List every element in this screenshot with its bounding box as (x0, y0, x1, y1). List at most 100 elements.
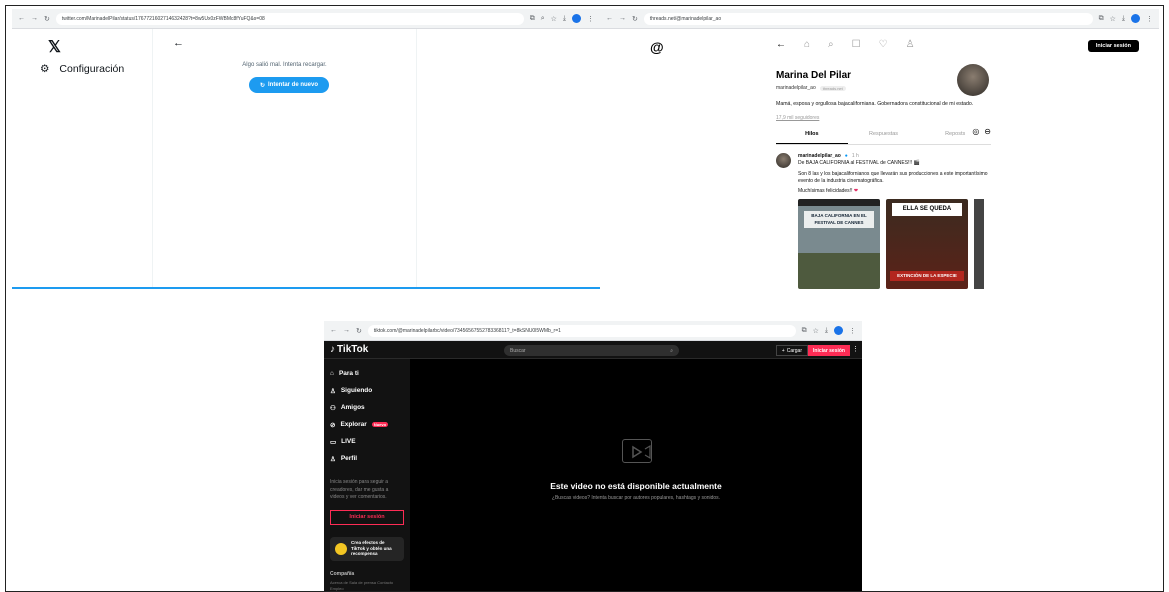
profile-avatar[interactable] (1131, 14, 1140, 23)
sidebar-item-para-ti[interactable]: ⌂ Para ti (330, 365, 404, 382)
address-bar[interactable]: twitter.com/MarinadelPilar/status/176772… (55, 12, 524, 25)
thread-post[interactable]: marinadelpilar_ao ● 1 h De BAJA CALIFORN… (776, 153, 991, 289)
heart-icon[interactable]: ♡ (879, 39, 888, 50)
upload-label: Cargar (786, 347, 802, 354)
tiktok-header: ♪ TikTok Buscar ⌕ + Cargar Iniciar sesió… (324, 341, 862, 359)
post-image-poster[interactable]: ELLA SE QUEDA EXTINCIÓN DE LA ESPECIE (886, 199, 968, 289)
tiktok-note-icon: ♪ (330, 344, 335, 355)
threads-logo-icon[interactable]: @ (650, 39, 664, 55)
login-button[interactable]: Iniciar sesión (808, 345, 850, 356)
post-image-cannes[interactable]: BAJA CALIFORNIA EN EL FESTIVAL DE CANNES (798, 199, 880, 289)
x-sidebar: 𝕏 ⚙ Configuración (12, 29, 152, 289)
post-line-1: De BAJA CALIFORNIA al FESTIVAL de CANNES… (798, 160, 920, 167)
login-button[interactable]: Iniciar sesión (1087, 40, 1139, 52)
forward-icon[interactable]: → (619, 15, 626, 23)
threads-browser-window: ← → ↻ threads.net/@marinadelpilar_ao ⧉ ☆… (600, 9, 1159, 289)
back-arrow-icon[interactable]: ← (776, 39, 786, 50)
explore-icon: ⊘ (330, 421, 336, 429)
tiktok-wordmark: TikTok (337, 344, 369, 355)
loading-bar (12, 287, 600, 289)
sidebar-login-button[interactable]: Iniciar sesión (330, 509, 404, 525)
more-options-icon[interactable]: ⋮ (852, 345, 859, 353)
x-logo[interactable]: 𝕏 (48, 37, 61, 57)
promo-text: Crea efectos de TikTok y obtén una recom… (351, 540, 392, 557)
star-icon[interactable]: ☆ (1110, 15, 1116, 23)
browser-toolbar: ← → ↻ twitter.com/MarinadelPilar/status/… (12, 9, 600, 29)
effects-promo-banner[interactable]: Crea efectos de TikTok y obtén una recom… (330, 536, 404, 561)
translate-icon[interactable]: ⧉ (802, 327, 807, 335)
download-icon[interactable]: ⤓ (1122, 15, 1125, 23)
refresh-icon: ↻ (259, 82, 265, 89)
tiktok-browser-window: ← → ↻ tiktok.com/@marinadelpilarbc/video… (324, 321, 862, 592)
zoom-icon[interactable]: ⌕ (541, 15, 545, 23)
sidebar-item-perfil[interactable]: ♙ Perfil (330, 450, 404, 467)
menu-icon[interactable]: ⋮ (1146, 15, 1153, 23)
search-icon[interactable]: ⌕ (828, 39, 834, 50)
reload-icon[interactable]: ↻ (632, 15, 638, 23)
address-bar[interactable]: threads.net/@marinadelpilar_ao (643, 12, 1093, 25)
reload-icon[interactable]: ↻ (356, 327, 362, 335)
instagram-icon[interactable]: ◎ (972, 127, 979, 136)
translate-icon[interactable]: ⧉ (1099, 15, 1104, 23)
profile-icon: ♙ (330, 455, 336, 463)
search-icon[interactable]: ⌕ (670, 348, 673, 354)
tiktok-app: ♪ TikTok Buscar ⌕ + Cargar Iniciar sesió… (324, 341, 862, 592)
profile-bio: Mamá, esposa y orgullosa bajacalifornian… (776, 101, 974, 107)
back-arrow-icon[interactable]: ← (173, 37, 184, 49)
more-icon[interactable]: ⊖ (984, 127, 991, 136)
profile-avatar[interactable] (572, 14, 581, 23)
followers-link[interactable]: 17,9 mil seguidores (776, 115, 991, 121)
forward-icon[interactable]: → (31, 15, 38, 23)
person-icon[interactable]: ♙ (906, 39, 915, 50)
tiktok-logo[interactable]: ♪ TikTok (330, 344, 368, 355)
footer-heading[interactable]: Compañía (330, 571, 404, 577)
translate-icon[interactable]: ⧉ (530, 15, 535, 23)
settings-label: Configuración (59, 63, 125, 75)
profile-avatar[interactable] (834, 326, 843, 335)
x-main-column: ← Algo salió mal. Intenta recargar. ↻ In… (152, 29, 417, 289)
menu-icon[interactable]: ⋮ (587, 15, 594, 23)
nav-buttons: ← → ↻ (330, 327, 362, 335)
sidebar-item-siguiendo[interactable]: ♙ Siguiendo (330, 382, 404, 399)
tab-hilos[interactable]: Hilos (776, 131, 848, 144)
footer-links[interactable]: Acerca de Sala de prensa Contacto Empleo (330, 580, 404, 592)
compose-icon[interactable]: ☐ (852, 39, 861, 50)
profile-avatar[interactable] (957, 64, 989, 96)
sidebar-item-label: Perfil (340, 455, 358, 462)
back-icon[interactable]: ← (330, 327, 337, 335)
sidebar-item-amigos[interactable]: ⚇ Amigos (330, 399, 404, 416)
upload-button[interactable]: + Cargar (775, 345, 808, 356)
browser-actions: ⧉ ☆ ⤓ ⋮ (1099, 14, 1153, 23)
back-icon[interactable]: ← (606, 15, 613, 23)
home-icon[interactable]: ⌂ (804, 39, 810, 50)
threads-top-nav: ← ⌂ ⌕ ☐ ♡ ♙ (776, 39, 915, 50)
back-icon[interactable]: ← (18, 15, 25, 23)
unavailable-subtitle: ¿Buscas videos? Intenta buscar por autor… (551, 495, 721, 501)
download-icon[interactable]: ⤓ (825, 327, 828, 335)
tab-respuestas[interactable]: Respuestas (848, 131, 920, 144)
retry-button[interactable]: ↻ Intentar de nuevo (249, 77, 329, 93)
sidebar-item-explorar[interactable]: ⊘ Explorar Nuevo (330, 416, 404, 433)
unavailable-title: Este video no está disponible actualment… (550, 481, 722, 491)
post-image-partial[interactable] (974, 199, 984, 289)
video-unavailable-icon (622, 439, 652, 463)
download-icon[interactable]: ⤓ (563, 15, 566, 23)
friends-icon: ⚇ (330, 404, 336, 412)
sidebar-item-live[interactable]: ▭ LIVE (330, 433, 404, 450)
settings-link[interactable]: ⚙ Configuración (40, 63, 124, 75)
profile-handle: marinadelpilar_ao (776, 85, 816, 91)
reload-icon[interactable]: ↻ (44, 15, 50, 23)
plus-icon: + (781, 347, 785, 354)
menu-icon[interactable]: ⋮ (849, 327, 856, 335)
forward-icon[interactable]: → (343, 327, 350, 335)
search-input[interactable]: Buscar ⌕ (504, 345, 679, 356)
retry-label: Intentar de nuevo (268, 82, 319, 88)
sidebar-item-label: Siguiendo (340, 387, 373, 394)
post-avatar[interactable] (776, 153, 791, 168)
sidebar-item-label: LIVE (341, 438, 356, 445)
post-line-3-row: Muchísimas felicidades!! ❤ (798, 188, 991, 195)
address-bar[interactable]: tiktok.com/@marinadelpilarbc/video/73456… (367, 324, 796, 337)
login-hint: Inicia sesión para seguir a creadores, d… (330, 479, 389, 500)
star-icon[interactable]: ☆ (813, 327, 819, 335)
star-icon[interactable]: ☆ (551, 15, 557, 23)
